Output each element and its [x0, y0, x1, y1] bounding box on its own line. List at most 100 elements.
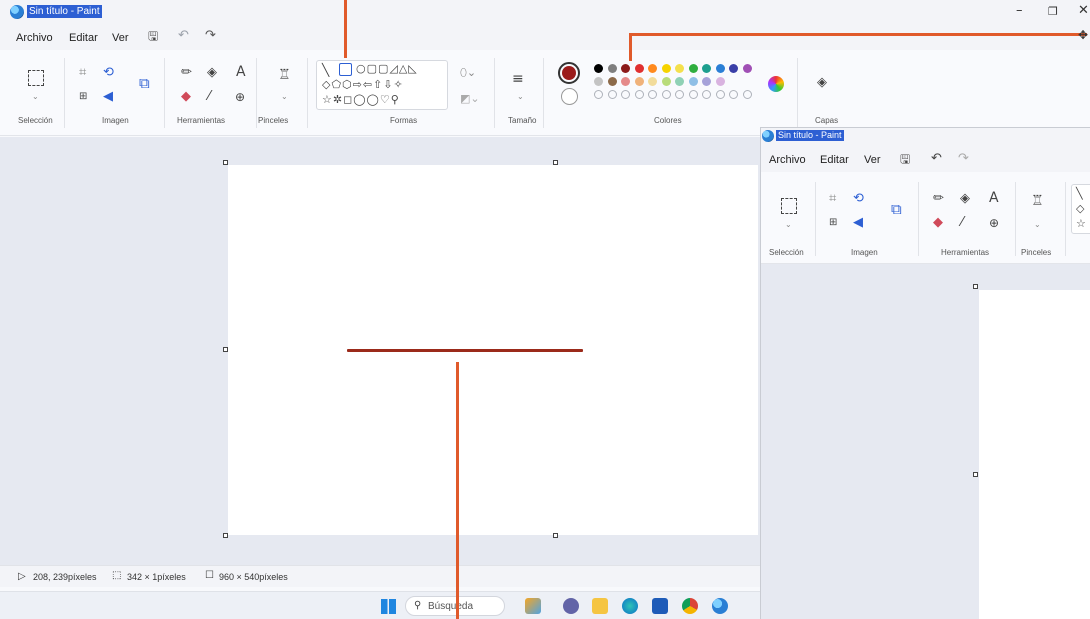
drawing-canvas[interactable]: [979, 290, 1090, 619]
color-swatch[interactable]: [621, 77, 630, 86]
magnifier-icon[interactable]: ⊕: [235, 90, 245, 104]
flip-icon[interactable]: ◀: [103, 90, 113, 104]
color-swatch[interactable]: [675, 77, 684, 86]
color-swatch[interactable]: [661, 64, 671, 73]
crop-icon[interactable]: ⌗: [829, 192, 836, 206]
custom-color-slot[interactable]: [634, 90, 644, 99]
shape-line-icon[interactable]: ╲: [322, 63, 329, 77]
size-chevron-icon[interactable]: ⌄: [517, 90, 524, 104]
resize-handle-left[interactable]: [223, 347, 228, 352]
text-tool-icon[interactable]: A: [989, 191, 999, 205]
resize-handle-top-left[interactable]: [973, 284, 978, 289]
brush-chevron-icon[interactable]: ⌄: [1034, 218, 1041, 232]
selection-chevron-icon[interactable]: ⌄: [32, 90, 39, 104]
eraser-icon[interactable]: ◆: [181, 90, 191, 104]
color-swatch[interactable]: [675, 64, 684, 73]
file-explorer-icon[interactable]: [592, 598, 608, 614]
color-swatch[interactable]: [729, 64, 738, 73]
shape-line-icon[interactable]: ╲: [1076, 187, 1083, 201]
taskbar-search-box[interactable]: ⚲ Búsqueda: [405, 596, 505, 616]
selection-chevron-icon[interactable]: ⌄: [785, 218, 792, 232]
close-button[interactable]: ✕: [1078, 3, 1089, 18]
save-icon[interactable]: 🖫: [900, 152, 910, 166]
edge-icon[interactable]: [622, 598, 638, 614]
color-swatch[interactable]: [648, 64, 657, 73]
chat-icon[interactable]: [563, 598, 579, 614]
store-icon[interactable]: [652, 598, 668, 614]
custom-color-slot[interactable]: [661, 90, 671, 99]
menu-archivo[interactable]: Archivo: [769, 154, 806, 166]
menu-ver[interactable]: Ver: [864, 154, 881, 166]
custom-color-slot[interactable]: [607, 90, 617, 99]
custom-color-slot[interactable]: [742, 90, 752, 99]
restore-button[interactable]: ❐: [1048, 5, 1058, 18]
custom-color-slot[interactable]: [688, 90, 698, 99]
drawing-canvas[interactable]: [228, 165, 758, 535]
flip-icon[interactable]: ◀: [853, 216, 863, 230]
fill-bucket-icon[interactable]: ◈: [960, 192, 970, 206]
undo-icon[interactable]: ↶: [931, 152, 942, 166]
redo-icon[interactable]: ↷: [958, 152, 969, 166]
paint-taskbar-icon[interactable]: [712, 598, 728, 614]
shape-outline-icon[interactable]: ⬯⌄: [460, 66, 476, 80]
custom-color-slot[interactable]: [675, 90, 684, 99]
resize-handle-bottom[interactable]: [553, 533, 558, 538]
minimize-button[interactable]: –: [1016, 3, 1023, 18]
redo-icon[interactable]: ↷: [205, 29, 216, 43]
color-swatch[interactable]: [607, 77, 617, 86]
color-swatch[interactable]: [742, 64, 752, 73]
color-swatch[interactable]: [648, 77, 657, 86]
layers-icon[interactable]: ◈: [817, 76, 827, 90]
menu-editar[interactable]: Editar: [820, 154, 849, 166]
chrome-icon[interactable]: [682, 598, 698, 614]
shapes-gallery[interactable]: ╲ ○▢▢◿△◺ ◇⬠⬡⇨⇦⇧⇩✧ ☆✲◻◯◯♡⚲: [316, 60, 448, 110]
custom-color-slot[interactable]: [702, 90, 711, 99]
color-swatch[interactable]: [594, 64, 603, 73]
resize-handle-left[interactable]: [973, 472, 978, 477]
widgets-icon[interactable]: [525, 598, 541, 614]
windows-start-icon[interactable]: [381, 599, 396, 614]
resize-handle-top[interactable]: [553, 160, 558, 165]
color-swatch[interactable]: [715, 77, 725, 86]
shape-curve-icon[interactable]: [339, 63, 352, 76]
color-swatch[interactable]: [634, 64, 644, 73]
primary-color[interactable]: [558, 62, 580, 84]
selection-tool-icon[interactable]: [781, 198, 797, 214]
menu-archivo[interactable]: Archivo: [16, 32, 53, 44]
rotate-icon[interactable]: ⟲: [103, 66, 114, 80]
brush-icon[interactable]: ♖: [1031, 194, 1044, 208]
resize-handle-bottom-left[interactable]: [223, 533, 228, 538]
brush-chevron-icon[interactable]: ⌄: [281, 90, 288, 104]
color-picker-icon[interactable]: ⁄: [208, 90, 210, 104]
pencil-icon[interactable]: ✏: [181, 66, 192, 80]
rotate-icon[interactable]: ⟲: [853, 192, 864, 206]
color-swatch[interactable]: [621, 64, 630, 73]
menu-ver[interactable]: Ver: [112, 32, 129, 44]
color-swatch[interactable]: [607, 64, 617, 73]
edit-colors-icon[interactable]: [768, 76, 784, 92]
color-swatch[interactable]: [661, 77, 671, 86]
brush-icon[interactable]: ♖: [278, 68, 291, 82]
image-select-icon[interactable]: ⧉: [139, 76, 150, 91]
magnifier-icon[interactable]: ⊕: [989, 216, 999, 230]
resize-icon[interactable]: ⊞: [829, 216, 837, 230]
shape-star-icon[interactable]: ☆: [1076, 217, 1086, 231]
undo-icon[interactable]: ↶: [178, 29, 189, 43]
color-swatch[interactable]: [715, 64, 725, 73]
pencil-icon[interactable]: ✏: [933, 192, 944, 206]
color-swatch[interactable]: [688, 64, 698, 73]
shape-fill-icon[interactable]: ◩⌄: [460, 92, 480, 106]
resize-handle-top-left[interactable]: [223, 160, 228, 165]
custom-color-slot[interactable]: [729, 90, 738, 99]
image-select-icon[interactable]: ⧉: [891, 202, 902, 217]
color-swatch[interactable]: [634, 77, 644, 86]
color-swatch[interactable]: [594, 77, 603, 86]
save-icon[interactable]: 🖫: [148, 29, 158, 43]
color-swatch[interactable]: [702, 77, 711, 86]
secondary-color[interactable]: [561, 88, 578, 105]
custom-color-slot[interactable]: [621, 90, 630, 99]
line-size-icon[interactable]: ≡: [512, 72, 524, 86]
crop-icon[interactable]: ⌗: [79, 66, 86, 80]
color-picker-icon[interactable]: ⁄: [961, 216, 963, 230]
fill-bucket-icon[interactable]: ◈: [207, 66, 217, 80]
